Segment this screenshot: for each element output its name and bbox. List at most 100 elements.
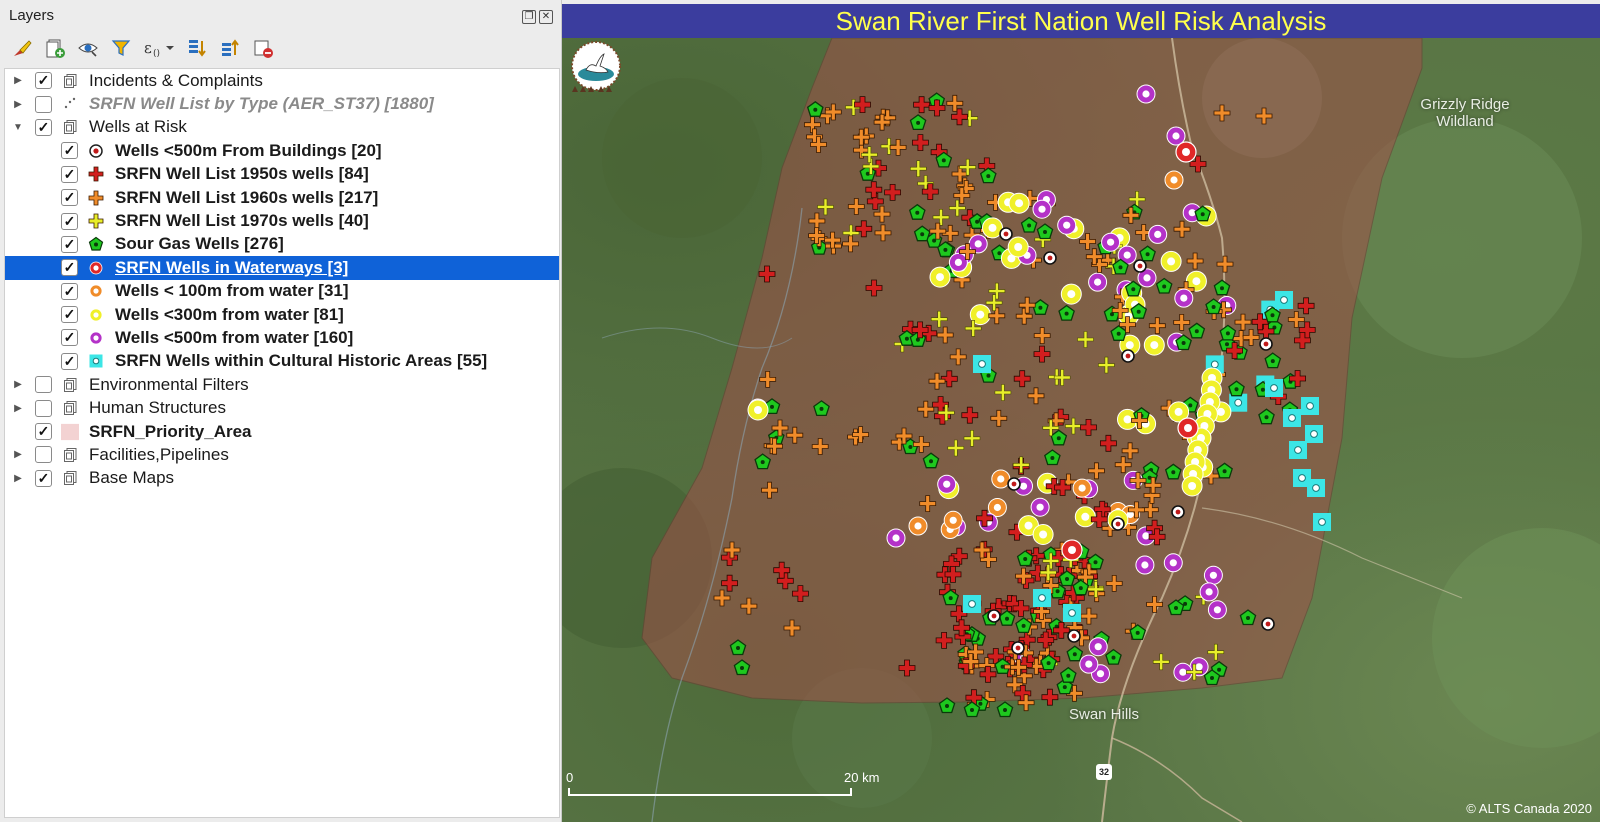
expand-arrow-icon[interactable]: ▶ — [13, 75, 23, 86]
layer-visibility-checkbox[interactable]: ✓ — [61, 329, 78, 347]
well-marker-ring-yellow[interactable] — [929, 266, 951, 288]
layer-row[interactable]: ✓ Wells <500m from water [160] — [5, 326, 559, 349]
layer-visibility-checkbox[interactable]: ✓ — [61, 212, 78, 230]
layer-row[interactable]: ✓ SRFN_Priority_Area — [5, 420, 559, 443]
style-icon[interactable] — [10, 36, 34, 60]
remove-layer-icon[interactable] — [251, 36, 275, 60]
expand-all-icon[interactable] — [185, 36, 209, 60]
well-marker-ring-red[interactable] — [1175, 141, 1197, 163]
well-marker-bullseye[interactable] — [987, 609, 1001, 623]
well-marker-ring-purple[interactable] — [1174, 288, 1194, 308]
expand-arrow-icon[interactable]: ▶ — [13, 379, 23, 390]
well-marker-ring-purple[interactable] — [1207, 600, 1227, 620]
well-marker-ring-purple[interactable] — [937, 474, 957, 494]
well-marker-ring-purple[interactable] — [948, 252, 968, 272]
well-marker-ring-orange[interactable] — [943, 510, 963, 530]
well-marker-ring-purple[interactable] — [1135, 555, 1155, 575]
layer-visibility-checkbox[interactable] — [35, 376, 52, 394]
restore-icon[interactable]: ❐ — [522, 10, 536, 24]
layer-visibility-checkbox[interactable]: ✓ — [61, 306, 78, 324]
well-marker-square[interactable] — [1265, 379, 1283, 397]
map-canvas[interactable]: Swan River First Nation Well Risk Analys… — [562, 4, 1600, 822]
well-marker-ring-yellow[interactable] — [747, 399, 769, 421]
close-icon[interactable]: ✕ — [539, 10, 553, 24]
well-marker-square[interactable] — [1229, 393, 1248, 412]
layer-row[interactable]: ✓ SRFN Wells in Waterways [3] — [5, 256, 559, 280]
well-marker-bullseye[interactable] — [1259, 337, 1273, 351]
layer-row[interactable]: ▶ ✓ Incidents & Complaints — [5, 69, 559, 92]
well-marker-ring-purple[interactable] — [1030, 497, 1050, 517]
layer-visibility-checkbox[interactable]: ✓ — [35, 423, 52, 441]
well-marker-bullseye[interactable] — [1261, 617, 1275, 631]
well-marker-ring-yellow[interactable] — [1060, 283, 1082, 305]
layer-row[interactable]: ✓ Wells <300m from water [81] — [5, 303, 559, 326]
well-marker-ring-purple[interactable] — [1136, 84, 1156, 104]
well-marker-ring-purple[interactable] — [1163, 553, 1183, 573]
well-marker-ring-orange[interactable] — [1164, 170, 1184, 190]
layer-visibility-checkbox[interactable] — [35, 446, 52, 464]
well-marker-ring-orange[interactable] — [908, 516, 928, 536]
well-marker-bullseye[interactable] — [1171, 505, 1185, 519]
well-marker-square[interactable] — [963, 595, 981, 613]
well-marker-square[interactable] — [1275, 291, 1293, 309]
well-marker-bullseye[interactable] — [1067, 629, 1081, 643]
layer-visibility-checkbox[interactable]: ✓ — [35, 72, 52, 90]
well-marker-ring-yellow[interactable] — [1032, 524, 1054, 545]
add-group-icon[interactable] — [43, 36, 67, 60]
well-marker-square[interactable] — [1289, 441, 1307, 459]
well-marker-ring-red[interactable] — [1177, 417, 1199, 439]
well-marker-ring-yellow[interactable] — [1160, 250, 1182, 272]
well-marker-bullseye[interactable] — [1011, 641, 1025, 655]
layer-row[interactable]: ▶ Facilities,Pipelines — [5, 443, 559, 466]
collapse-arrow-icon[interactable]: ▼ — [13, 122, 23, 133]
well-marker-square[interactable] — [973, 355, 991, 373]
expand-arrow-icon[interactable]: ▶ — [13, 473, 23, 484]
well-marker-ring-yellow[interactable] — [1007, 236, 1029, 258]
well-marker-ring-purple[interactable] — [1148, 224, 1168, 244]
well-marker-square[interactable] — [1033, 589, 1051, 607]
well-marker-ring-yellow[interactable] — [1181, 475, 1203, 497]
well-marker-ring-purple[interactable] — [1057, 215, 1077, 235]
layer-visibility-checkbox[interactable]: ✓ — [35, 118, 52, 136]
well-marker-square[interactable] — [1305, 425, 1323, 443]
layer-row[interactable]: ✓ Wells < 100m from water [31] — [5, 280, 559, 303]
layer-visibility-checkbox[interactable]: ✓ — [61, 282, 78, 300]
expand-arrow-icon[interactable]: ▶ — [13, 99, 23, 110]
well-marker-ring-yellow[interactable] — [1008, 192, 1030, 214]
well-marker-square[interactable] — [1063, 604, 1081, 622]
layer-row[interactable]: ✓ SRFN Wells within Cultural Historic Are… — [5, 350, 559, 373]
well-marker-ring-purple[interactable] — [1088, 637, 1108, 657]
layer-row[interactable]: ▶ Human Structures — [5, 396, 559, 419]
layer-row[interactable]: ▶ SRFN Well List by Type (AER_ST37) [1880… — [5, 92, 559, 115]
layer-visibility-checkbox[interactable]: ✓ — [61, 142, 78, 160]
well-marker-ring-orange[interactable] — [991, 469, 1011, 489]
collapse-all-icon[interactable] — [218, 36, 242, 60]
well-marker-ring-red[interactable] — [1061, 539, 1083, 561]
layer-row[interactable]: ▶ ✓ Base Maps — [5, 467, 559, 490]
layer-visibility-checkbox[interactable]: ✓ — [61, 165, 78, 183]
expand-arrow-icon[interactable]: ▶ — [13, 449, 23, 460]
well-marker-bullseye[interactable] — [1007, 477, 1021, 491]
layer-row[interactable]: ✓ SRFN Well List 1960s wells [217] — [5, 186, 559, 209]
well-marker-ring-purple[interactable] — [1203, 565, 1223, 585]
layer-visibility-checkbox[interactable] — [35, 95, 52, 113]
well-marker-ring-purple[interactable] — [1101, 232, 1121, 252]
well-marker-square[interactable] — [1307, 479, 1325, 497]
well-marker-pentagon[interactable] — [996, 701, 1014, 718]
well-marker-bullseye[interactable] — [1121, 349, 1135, 363]
visibility-icon[interactable] — [76, 36, 100, 60]
well-marker-square[interactable] — [1313, 513, 1331, 531]
well-marker-ring-yellow[interactable] — [1143, 334, 1165, 356]
layer-visibility-checkbox[interactable]: ✓ — [61, 259, 78, 277]
well-marker-bullseye[interactable] — [999, 227, 1013, 241]
well-marker-ring-purple[interactable] — [1032, 199, 1052, 219]
well-marker-ring-purple[interactable] — [1079, 654, 1099, 674]
layer-visibility-checkbox[interactable] — [35, 399, 52, 417]
layer-row[interactable]: ✓ Sour Gas Wells [276] — [5, 233, 559, 256]
layer-visibility-checkbox[interactable]: ✓ — [61, 352, 78, 370]
well-marker-square[interactable] — [1301, 397, 1319, 415]
expression-icon[interactable]: ε() — [142, 36, 176, 60]
well-marker-ring-purple[interactable] — [1088, 272, 1108, 292]
well-marker-bullseye[interactable] — [1111, 517, 1125, 531]
layer-visibility-checkbox[interactable]: ✓ — [35, 469, 52, 487]
